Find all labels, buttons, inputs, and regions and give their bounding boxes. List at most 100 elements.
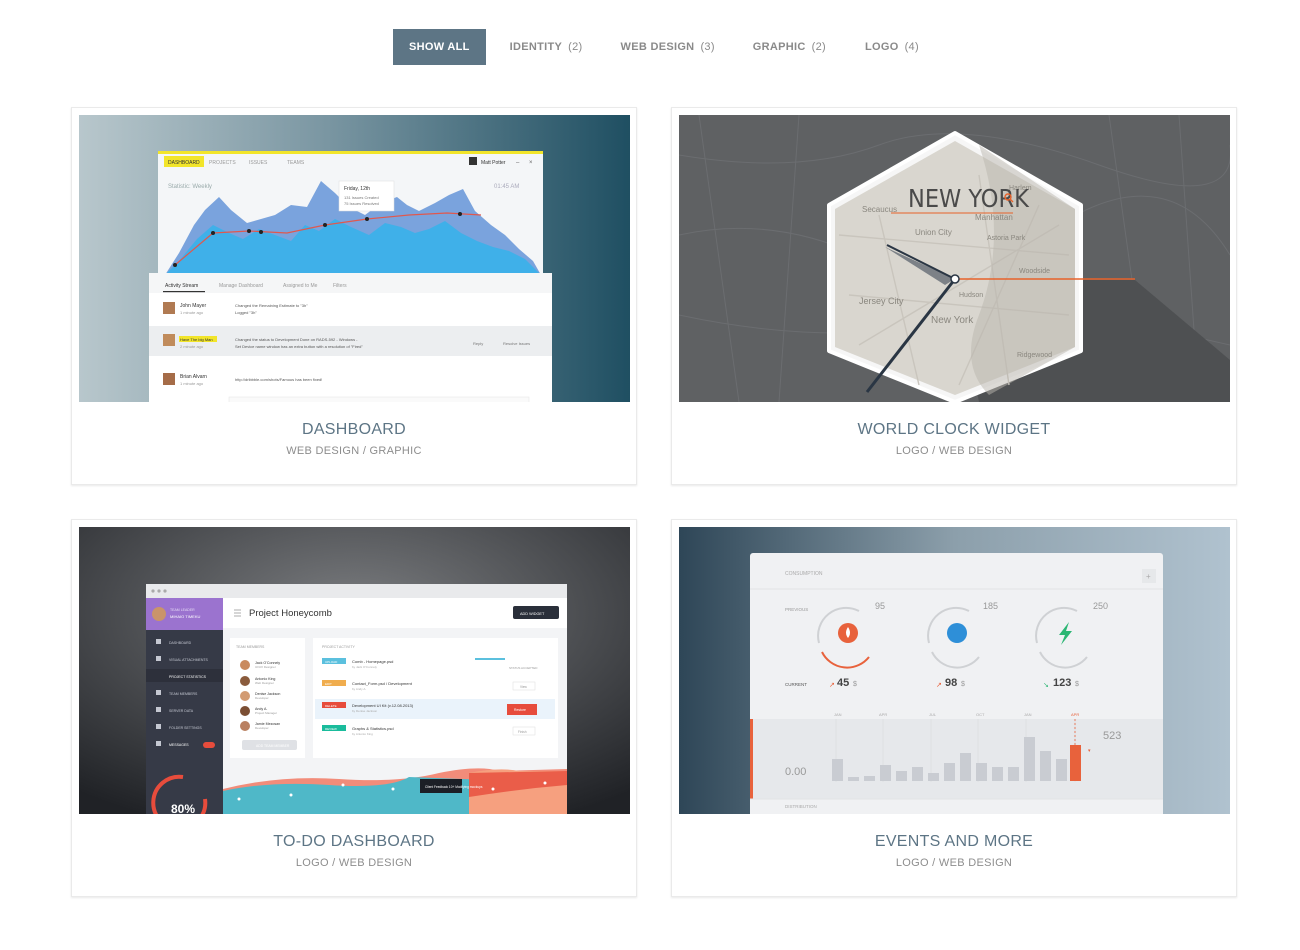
map-label-jersey-city: Jersey City [859, 296, 904, 306]
tooltip-created: 131 Issues Created [344, 195, 379, 200]
row-text-2: Logged "3h" [235, 310, 257, 315]
tooltip-resolved: 75 Issues Resolved [344, 201, 379, 206]
row-time: 2 minute ago [180, 344, 204, 349]
view-label: View [520, 685, 528, 689]
activity-tag-label: UPLOAD [325, 660, 338, 664]
gauge-current: 45 [837, 677, 849, 689]
folder-icon [156, 724, 161, 729]
map-label-ridgewood: Ridgewood [1017, 352, 1052, 359]
row-name: Brian Alvarn [180, 374, 207, 380]
reply-link: Reply [473, 341, 483, 346]
filter-web-design[interactable]: WEB DESIGN (3) [621, 29, 715, 65]
card-title[interactable]: TO-DO DASHBOARD [72, 833, 636, 851]
image-icon [156, 656, 161, 661]
map-label-manhattan: Manhattan [975, 213, 1013, 222]
gauge-previous: 185 [983, 601, 998, 611]
month-label: JAN [1024, 712, 1032, 717]
filter-identity[interactable]: IDENTITY (2) [510, 29, 583, 65]
tab-projects: PROJECTS [209, 160, 236, 166]
member-role: Project Manager [255, 711, 277, 715]
filter-count: (2) [568, 41, 583, 53]
card-title[interactable]: WORLD CLOCK WIDGET [672, 421, 1236, 439]
restore-label: Restore [514, 708, 526, 712]
portfolio-filter-bar: SHOW ALL IDENTITY (2) WEB DESIGN (3) GRAPH… [393, 29, 919, 65]
filter-graphic[interactable]: GRAPHIC (2) [753, 29, 826, 65]
avatar [163, 302, 175, 314]
row-text-2: Set Device name window has an extra butt… [235, 344, 363, 349]
profile-name: MIHAIO TIMEKU [170, 614, 200, 619]
member-role: Developer [255, 696, 269, 700]
currency: $ [1075, 681, 1079, 688]
card-title[interactable]: EVENTS AND MORE [672, 833, 1236, 851]
thumbnail-world-clock[interactable]: Secaucus Harlem Manhattan Union City Ast… [679, 115, 1230, 402]
map-label-astoria: Astoria Park [987, 235, 1026, 242]
filter-logo[interactable]: LOGO (4) [865, 29, 919, 65]
nav-item: FOLDER SETTINGS [169, 726, 202, 730]
water-drop-icon [947, 623, 967, 643]
gauge-current: 123 [1053, 677, 1071, 689]
activity-tag-label: EDIT [325, 682, 332, 686]
plus-icon: + [1146, 572, 1151, 581]
filter-label: GRAPHIC [752, 41, 806, 53]
activity-panel [313, 638, 558, 758]
activity-title: Development UI Kit (v.12.08.2013) [352, 703, 414, 708]
member-role: Web Designer [255, 681, 274, 685]
tab-teams: TEAMS [287, 160, 305, 166]
row-text: Changed the status to Development Done o… [235, 337, 358, 342]
map-label-new-york: New York [931, 315, 974, 326]
filter-count: (2) [811, 41, 826, 53]
mail-icon [156, 741, 161, 746]
arrow-down-icon: ↘ [1043, 682, 1049, 689]
resolve-link: Resolve Issues [503, 341, 530, 346]
month-label: JUL [929, 712, 937, 717]
clock-center-pin [950, 274, 960, 284]
statistic-label: Statistic: Weekly [168, 184, 212, 190]
nav-item: TEAM MEMBERS [169, 692, 198, 696]
window-dot [151, 589, 155, 593]
bar-highlighted [1070, 745, 1081, 781]
tooltip-date: Friday, 12th [344, 186, 370, 192]
avatar [163, 373, 175, 385]
row-time: 1 minute ago [180, 310, 204, 315]
chart-accent-bar [750, 719, 753, 799]
sidebar [146, 598, 223, 814]
card-title[interactable]: DASHBOARD [72, 421, 636, 439]
close-icon: × [529, 160, 533, 166]
currency: $ [853, 681, 857, 688]
panel-title: PROJECT ACTIVITY [322, 645, 355, 649]
map-label-woodside: Woodside [1019, 268, 1050, 275]
value-right: 523 [1103, 730, 1121, 742]
thumbnail-dashboard[interactable]: DASHBOARD PROJECTS ISSUES TEAMS Matt Pot… [79, 115, 630, 402]
thumbnail-todo-dashboard[interactable]: TEAM LEADER MIHAIO TIMEKU DASHBOARD VISU… [79, 527, 630, 814]
filter-label: SHOW ALL [409, 41, 470, 53]
previous-label: PREVIOUS [785, 607, 808, 612]
row-text: Changed the Remaining Estimate to "3h" [235, 303, 308, 308]
current-label: CURRENT [785, 682, 807, 687]
avatar [469, 157, 477, 165]
gauge-previous: 95 [875, 601, 885, 611]
link-icon [156, 707, 161, 712]
portfolio-card-events[interactable]: CONSUMPTION + PREVIOUS CURRENT 95 ↗ 45 $… [671, 519, 1237, 897]
panel-title: TEAM MEMBERS [236, 645, 265, 649]
portfolio-card-world-clock[interactable]: Secaucus Harlem Manhattan Union City Ast… [671, 107, 1237, 485]
row-time: 1 minute ago [180, 381, 204, 386]
portfolio-card-todo-dashboard[interactable]: TEAM LEADER MIHAIO TIMEKU DASHBOARD VISU… [71, 519, 637, 897]
map-label-union-city: Union City [915, 228, 952, 237]
member-role: Developer [255, 726, 269, 730]
filter-show-all[interactable]: SHOW ALL [393, 29, 486, 65]
thumbnail-events[interactable]: CONSUMPTION + PREVIOUS CURRENT 95 ↗ 45 $… [679, 527, 1230, 814]
tab-activity-stream: Activity Stream [165, 283, 198, 289]
nav-item: PROJECT STATISTICS [169, 675, 207, 679]
portfolio-card-dashboard[interactable]: DASHBOARD PROJECTS ISSUES TEAMS Matt Pot… [71, 107, 637, 485]
project-title: Project Honeycomb [249, 608, 332, 619]
nav-item: VISUAL ATTACHMENTS [169, 658, 208, 662]
value-left: 0.00 [785, 766, 806, 778]
activity-tab-bar [149, 273, 552, 293]
activity-title: Comb - Homepage.psd [352, 659, 393, 664]
month-label: OCT [976, 712, 985, 717]
row-text: http://dribbble.com/shots/Famous has bee… [235, 377, 322, 382]
gauge-previous: 250 [1093, 601, 1108, 611]
card-categories: WEB DESIGN / GRAPHIC [286, 445, 422, 457]
month-label: JAN [834, 712, 842, 717]
user-name: Matt Potter [481, 160, 506, 166]
